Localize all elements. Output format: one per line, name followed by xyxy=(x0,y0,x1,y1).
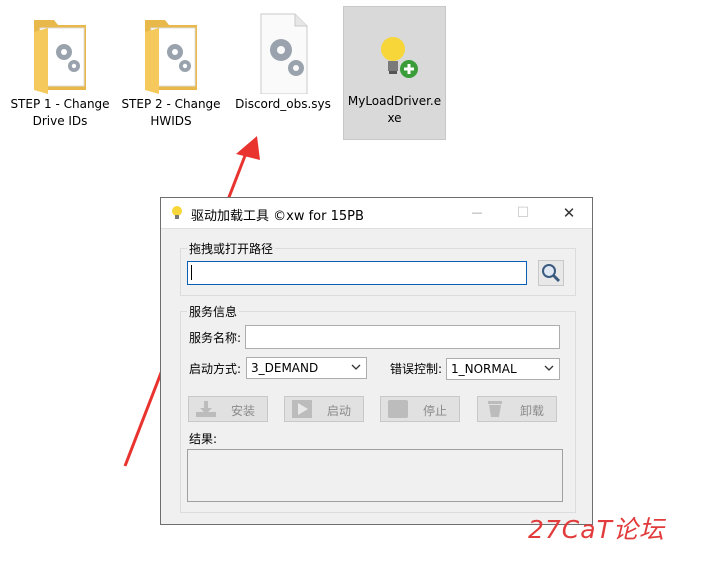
stop-icon xyxy=(388,400,408,418)
path-group-label: 拖拽或打开路径 xyxy=(187,240,276,257)
start-type-select[interactable]: 3_DEMAND xyxy=(246,357,367,379)
service-name-label: 服务名称: xyxy=(189,331,242,345)
driver-loader-window: 驱动加载工具 ©xw for 15PB — ☐ ✕ 拖拽或打开路径 服务信息 服… xyxy=(160,197,593,525)
result-label: 结果: xyxy=(189,432,218,446)
minimize-button[interactable]: — xyxy=(454,198,500,228)
play-icon xyxy=(292,400,312,418)
maximize-button[interactable]: ☐ xyxy=(500,198,546,228)
chevron-down-icon xyxy=(544,365,554,371)
download-icon xyxy=(196,401,216,417)
service-group-label: 服务信息 xyxy=(187,303,240,320)
browse-button[interactable] xyxy=(538,260,564,286)
error-control-select[interactable]: 1_NORMAL xyxy=(446,358,560,380)
error-control-label: 错误控制: xyxy=(390,362,443,376)
path-input[interactable] xyxy=(187,261,527,285)
close-button[interactable]: ✕ xyxy=(546,198,592,228)
trash-icon xyxy=(488,401,502,417)
start-button[interactable]: 启动 xyxy=(284,396,364,422)
chevron-down-icon xyxy=(351,364,361,370)
result-output[interactable] xyxy=(187,449,563,502)
window-title: 驱动加载工具 ©xw for 15PB xyxy=(191,209,364,224)
watermark-text: 27CaT论坛 xyxy=(528,515,665,544)
start-type-label: 启动方式: xyxy=(189,362,242,376)
install-button[interactable]: 安装 xyxy=(188,396,268,422)
uninstall-button[interactable]: 卸载 xyxy=(477,396,557,422)
stop-button[interactable]: 停止 xyxy=(380,396,460,422)
service-name-input[interactable] xyxy=(245,325,560,349)
search-icon xyxy=(542,264,561,283)
title-bar[interactable]: 驱动加载工具 ©xw for 15PB — ☐ ✕ xyxy=(161,198,592,229)
lightbulb-icon xyxy=(170,205,184,225)
